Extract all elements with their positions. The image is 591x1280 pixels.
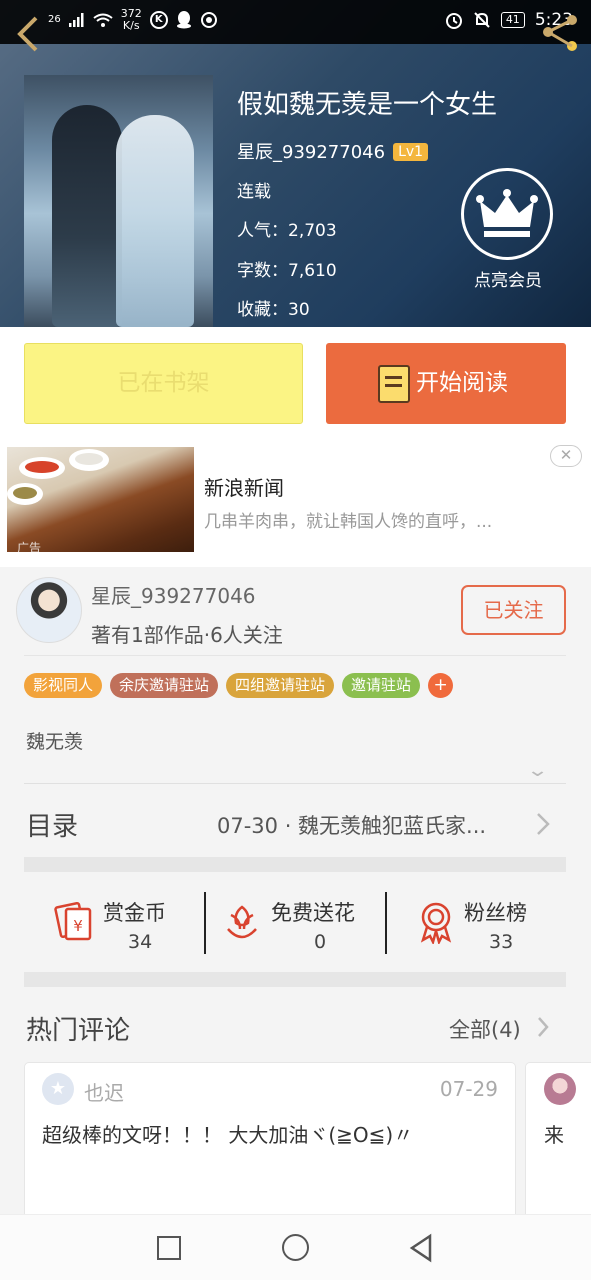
ad-close-button[interactable]: ✕ (550, 445, 582, 467)
commenter-avatar[interactable]: ★ (42, 1073, 74, 1105)
book-author-name: 星辰_939277046 (237, 142, 386, 163)
level-badge: Lv1 (393, 143, 429, 161)
system-nav-bar (0, 1214, 591, 1280)
qq-icon (176, 11, 191, 29)
tag-chip[interactable]: 影视同人 (24, 673, 103, 698)
signal-icon (68, 13, 84, 27)
alarm-icon (445, 13, 462, 29)
book-favorites: 收藏：30 (237, 300, 310, 320)
k-app-icon: K (149, 11, 168, 29)
add-tag-button[interactable]: + (428, 673, 454, 698)
book-popularity: 人气：2,703 (237, 221, 337, 241)
hot-comments-title: 热门评论 (26, 1016, 131, 1046)
author-info: 著有1部作品·6人关注 (91, 623, 283, 647)
back-arrow-icon (17, 16, 38, 52)
home-button[interactable] (282, 1234, 309, 1261)
comment-text: 来 (544, 1123, 564, 1147)
stat-divider (204, 892, 206, 954)
vip-button[interactable] (461, 168, 553, 260)
expand-chevron-icon[interactable]: ⌄ (526, 760, 549, 781)
commenter-name: 也迟 (84, 1081, 124, 1105)
book-title: 假如魏无羡是一个女生 (237, 90, 498, 120)
speed-unit: K/s (122, 19, 140, 32)
stat-value: 0 (314, 931, 327, 953)
comment-text: 超级棒的文呀！！！ 大大加油ヾ(≧O≦)〃 (42, 1123, 414, 1147)
flower-icon (227, 905, 257, 939)
book-word-count: 字数：7,610 (237, 261, 337, 281)
keyword-text: 魏无羡 (26, 731, 84, 753)
medal-icon (420, 902, 452, 944)
comment-card[interactable]: 来 (525, 1062, 591, 1222)
share-button[interactable] (540, 12, 582, 52)
ad-banner[interactable]: 广告 (0, 440, 591, 567)
book-author[interactable]: 星辰_939277046 Lv1 (237, 138, 429, 164)
ad-bowl (69, 449, 109, 471)
stat-label: 赏金币 (103, 901, 166, 925)
chevron-right-icon[interactable] (537, 1016, 549, 1038)
ad-sauce (25, 461, 59, 473)
crown-icon (476, 189, 538, 237)
catalog-label[interactable]: 目录 (26, 806, 78, 843)
back-button[interactable] (14, 14, 42, 54)
all-comments-link[interactable]: 全部(4) (449, 1014, 521, 1044)
location-icon (200, 12, 217, 28)
shelf-button[interactable]: 已在书架 (24, 343, 303, 424)
vip-label: 点亮会员 (474, 271, 542, 291)
commenter-avatar[interactable] (544, 1073, 576, 1105)
status-bar: 26 372 K/s K 41 5:23 (0, 0, 591, 44)
tag-list: 影视同人 余庆邀请驻站 四组邀请驻站 邀请驻站 + (24, 673, 454, 698)
ad-bowl (19, 457, 65, 479)
cover-figure-dark (52, 105, 122, 327)
action-bar: 已在书架 开始阅读 (0, 327, 591, 440)
section-gap (24, 972, 566, 987)
ad-description[interactable]: 几串羊肉串，就让韩国人馋的直呼，... (204, 507, 492, 532)
comment-date: 07-29 (439, 1077, 498, 1101)
red-envelope-icon: ¥ (54, 901, 92, 941)
follow-button[interactable]: 已关注 (461, 585, 566, 635)
chevron-right-icon[interactable] (536, 812, 550, 836)
network-speed: 372 K/s (121, 8, 142, 32)
svg-text:¥: ¥ (73, 917, 83, 935)
stat-value: 34 (128, 931, 153, 953)
tag-chip[interactable]: 余庆邀请驻站 (110, 673, 219, 698)
back-triangle-icon[interactable] (408, 1233, 434, 1263)
mute-bell-icon (474, 12, 490, 28)
book-header: 假如魏无羡是一个女生 星辰_939277046 Lv1 连载 人气：2,703 字… (0, 0, 591, 327)
section-gap (24, 857, 566, 872)
tag-chip[interactable]: 四组邀请驻站 (226, 673, 335, 698)
stat-label: 粉丝榜 (464, 901, 527, 925)
book-cover[interactable] (24, 75, 213, 327)
stat-divider (385, 892, 387, 954)
start-reading-label: 开始阅读 (416, 370, 508, 396)
start-reading-button[interactable]: 开始阅读 (326, 343, 566, 424)
ad-bowl (7, 483, 43, 505)
latest-chapter[interactable]: 07-30 · 魏无羡触犯蓝氏家... (217, 810, 486, 840)
author-name[interactable]: 星辰_939277046 (91, 580, 256, 609)
recent-apps-button[interactable] (157, 1236, 181, 1260)
book-status: 连载 (237, 182, 271, 202)
divider (24, 655, 566, 656)
ad-sauce (75, 453, 103, 465)
ad-image[interactable]: 广告 (7, 447, 194, 552)
ad-title[interactable]: 新浪新闻 (204, 472, 284, 501)
ad-sauce (13, 487, 37, 499)
wifi-icon (93, 13, 113, 27)
battery-icon: 41 (500, 12, 525, 28)
signal-label: 26 (48, 14, 61, 25)
author-avatar[interactable] (16, 577, 82, 643)
divider (24, 783, 566, 784)
stat-value: 33 (489, 931, 514, 953)
ad-tag: 广告 (17, 541, 42, 552)
stat-label: 免费送花 (271, 901, 355, 925)
book-icon (378, 365, 410, 403)
cover-figure-light (116, 115, 194, 327)
comment-card[interactable]: ★ 也迟 07-29 超级棒的文呀！！！ 大大加油ヾ(≧O≦)〃 (24, 1062, 516, 1222)
share-icon (543, 15, 577, 51)
tag-chip[interactable]: 邀请驻站 (342, 673, 421, 698)
